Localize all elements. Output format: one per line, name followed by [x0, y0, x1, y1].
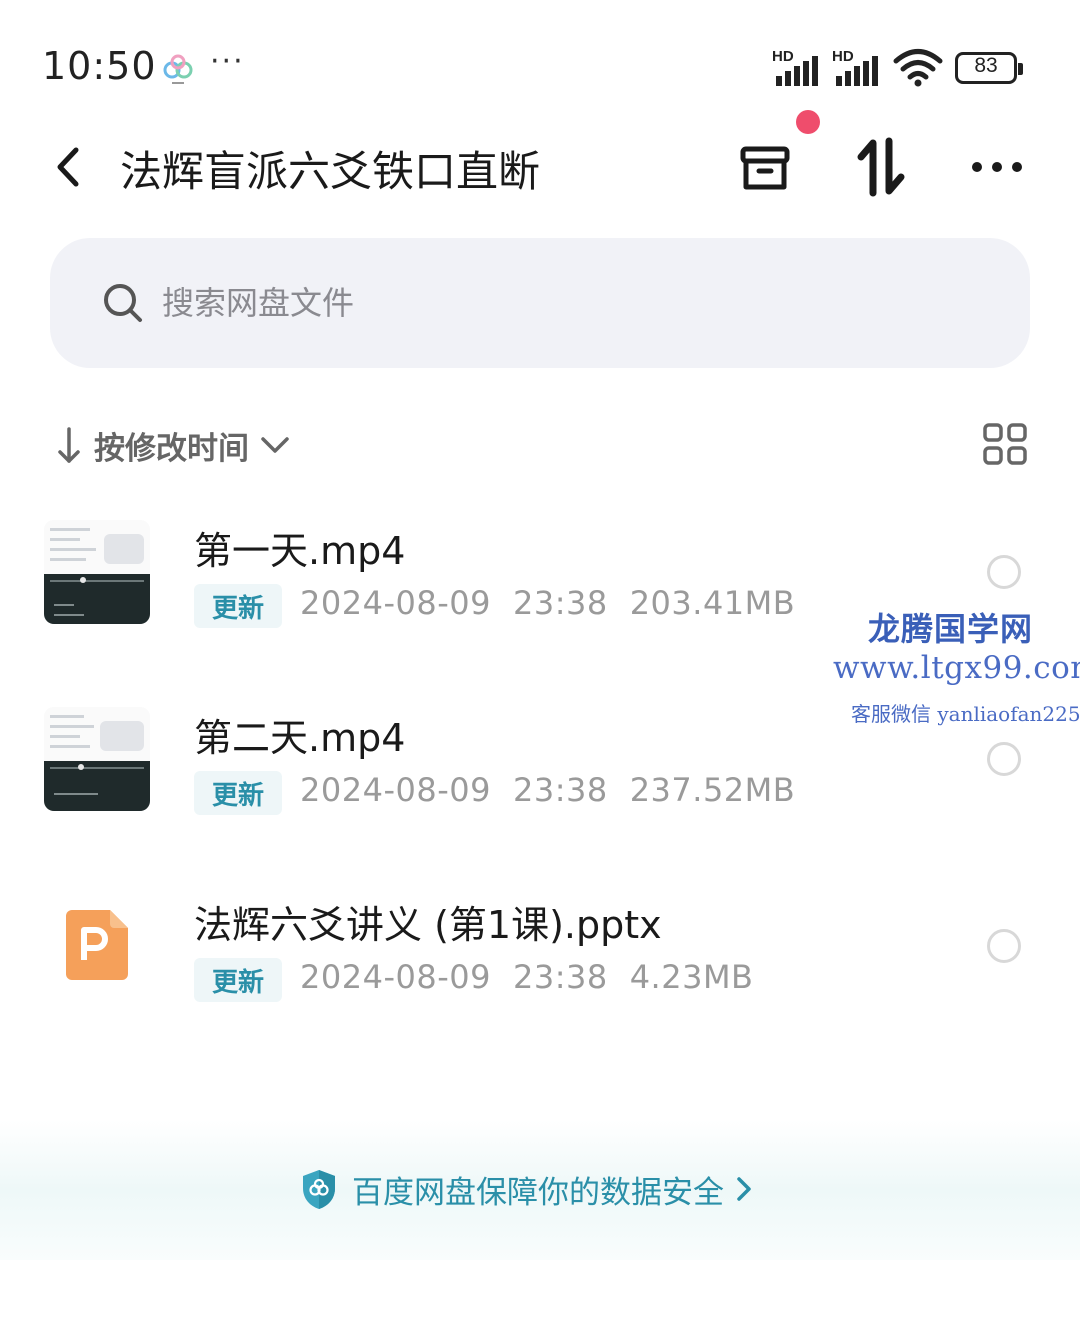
status-bar: 10:50 ··· HD HD 83 — [0, 0, 1080, 130]
file-time: 23:38 — [512, 958, 608, 996]
watermark-contact: 客服微信 yanliaofan225 — [851, 702, 1080, 726]
sort-selector[interactable]: 按修改时间 — [56, 420, 291, 470]
search-input[interactable] — [162, 280, 862, 326]
video-thumbnail — [44, 707, 150, 811]
select-radio[interactable] — [987, 929, 1021, 963]
file-size: 237.52MB — [629, 771, 796, 809]
baidu-netdisk-app-icon — [163, 54, 193, 84]
update-badge: 更新 — [194, 584, 282, 628]
file-name: 第二天.mp4 — [194, 716, 406, 760]
file-date: 2024-08-09 — [300, 958, 491, 996]
pptx-file-icon — [66, 910, 128, 980]
sort-down-arrow-icon — [58, 427, 80, 463]
search-icon — [104, 284, 142, 322]
shield-icon — [303, 1170, 335, 1209]
security-banner-text: 百度网盘保障你的数据安全 — [352, 1174, 724, 1211]
select-radio[interactable] — [987, 555, 1021, 589]
more-dots-icon — [972, 162, 1022, 172]
sort-label: 按修改时间 — [94, 430, 249, 467]
file-time: 23:38 — [512, 584, 608, 622]
back-button[interactable] — [46, 140, 90, 194]
video-thumbnail — [44, 520, 150, 624]
file-name: 法辉六爻讲义 (第1课).pptx — [194, 903, 662, 947]
watermark-url: www.ltgx99.com — [833, 650, 1080, 686]
file-date: 2024-08-09 — [300, 771, 491, 809]
battery-icon: 83 — [955, 52, 1023, 84]
file-size: 4.23MB — [629, 958, 754, 996]
file-meta: 2024-08-09 23:38 203.41MB — [300, 584, 817, 622]
select-radio[interactable] — [987, 742, 1021, 776]
transfer-arrows-icon — [857, 137, 905, 197]
cellular-signal-1-icon: HD — [772, 48, 828, 86]
security-banner[interactable]: 百度网盘保障你的数据安全 — [300, 1166, 754, 1212]
status-time: 10:50 — [42, 44, 157, 88]
chevron-right-icon — [737, 1177, 751, 1201]
file-meta: 2024-08-09 23:38 237.52MB — [300, 771, 817, 809]
file-name: 第一天.mp4 — [194, 529, 406, 573]
transfer-button[interactable] — [846, 132, 916, 202]
file-meta: 2024-08-09 23:38 4.23MB — [300, 958, 776, 996]
file-time: 23:38 — [512, 771, 608, 809]
status-more-icon: ··· — [210, 44, 245, 79]
update-badge: 更新 — [194, 771, 282, 815]
update-badge: 更新 — [194, 958, 282, 1002]
notification-dot — [796, 110, 820, 134]
file-size: 203.41MB — [629, 584, 796, 622]
file-date: 2024-08-09 — [300, 584, 491, 622]
page-title: 法辉盲派六爻铁口直断 — [120, 147, 541, 196]
wifi-icon — [893, 49, 943, 87]
battery-level: 83 — [974, 54, 998, 77]
archive-button[interactable] — [730, 132, 800, 202]
file-row[interactable]: 法辉六爻讲义 (第1课).pptx 更新 2024-08-09 23:38 4.23… — [0, 874, 1080, 1024]
chevron-down-icon — [261, 437, 289, 453]
grid-view-icon[interactable] — [983, 423, 1027, 465]
more-options-button[interactable] — [962, 132, 1032, 202]
watermark-site-name: 龙腾国学网 — [868, 610, 1034, 648]
cellular-signal-2-icon: HD — [832, 48, 888, 86]
archive-box-icon — [740, 146, 790, 190]
